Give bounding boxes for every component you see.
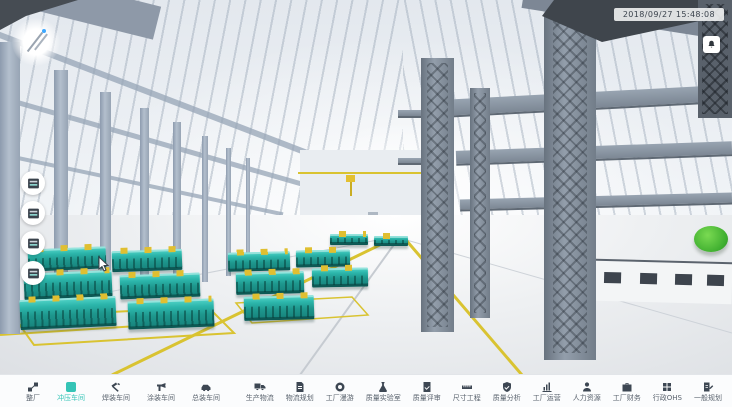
camera-lens-icon bbox=[334, 381, 346, 393]
press-line-button-4[interactable] bbox=[21, 261, 45, 285]
painting-icon bbox=[155, 381, 167, 393]
app-window: 2018/09/27 15:48:08 整厂 冲压车间 焊装车间 bbox=[0, 0, 732, 407]
steel-column bbox=[544, 14, 596, 360]
ruler-icon bbox=[461, 381, 473, 393]
crane-trolley bbox=[346, 175, 355, 182]
button-human-resources[interactable]: 人力资源 bbox=[573, 381, 601, 402]
tab-label: 总装车间 bbox=[192, 395, 220, 402]
button-label: 行政OHS bbox=[653, 395, 682, 402]
timestamp: 2018/09/27 15:48:08 bbox=[614, 8, 724, 21]
tab-label: 冲压车间 bbox=[57, 395, 85, 402]
steel-column bbox=[470, 88, 490, 318]
button-dimensional-engineering[interactable]: 尺寸工程 bbox=[453, 381, 481, 402]
button-label: 工厂漫游 bbox=[326, 395, 354, 402]
button-general-planning[interactable]: 一般规划 bbox=[694, 381, 722, 402]
bar-chart-icon bbox=[541, 381, 553, 393]
button-factory-finance[interactable]: 工厂财务 bbox=[613, 381, 641, 402]
navigation-compass[interactable] bbox=[12, 18, 60, 66]
button-quality-review[interactable]: 质量评审 bbox=[413, 381, 441, 402]
button-label: 尺寸工程 bbox=[453, 395, 481, 402]
press-die bbox=[112, 249, 183, 272]
office-window bbox=[604, 272, 621, 283]
steel-column bbox=[0, 42, 20, 334]
press-machine-icon bbox=[27, 237, 40, 250]
tab-label: 焊装车间 bbox=[102, 395, 130, 402]
button-label: 质量评审 bbox=[413, 395, 441, 402]
button-quality-analysis[interactable]: 质量分析 bbox=[493, 381, 521, 402]
review-doc-icon bbox=[421, 381, 433, 393]
office-window bbox=[707, 275, 724, 286]
person-icon bbox=[581, 381, 593, 393]
press-die bbox=[374, 236, 408, 246]
notification-button[interactable] bbox=[703, 36, 720, 53]
truck-icon bbox=[254, 381, 266, 393]
tab-assembly-workshop[interactable]: 总装车间 bbox=[192, 381, 220, 402]
tab-label: 涂装车间 bbox=[147, 395, 175, 402]
press-die bbox=[312, 268, 368, 288]
assembly-icon bbox=[200, 381, 212, 393]
3d-viewport[interactable] bbox=[0, 0, 732, 375]
press-machine-icon bbox=[27, 267, 40, 280]
briefcase-icon bbox=[621, 381, 633, 393]
button-logistics-planning[interactable]: 物流规划 bbox=[286, 381, 314, 402]
shield-check-icon bbox=[501, 381, 513, 393]
tab-painting-workshop[interactable]: 涂装车间 bbox=[147, 381, 175, 402]
press-machine-icon bbox=[27, 177, 40, 190]
logistics-plan-icon bbox=[294, 381, 306, 393]
button-label: 生产物流 bbox=[246, 395, 274, 402]
mouse-cursor bbox=[98, 256, 110, 272]
button-label: 物流规划 bbox=[286, 395, 314, 402]
button-production-logistics[interactable]: 生产物流 bbox=[246, 381, 274, 402]
button-label: 人力资源 bbox=[573, 395, 601, 402]
steel-column bbox=[202, 136, 208, 282]
bottom-toolbar: 整厂 冲压车间 焊装车间 涂装车间 总装车间 生产物流 bbox=[0, 374, 732, 407]
button-label: 一般规划 bbox=[694, 395, 722, 402]
tab-stamping-workshop[interactable]: 冲压车间 bbox=[57, 381, 85, 402]
factory-overview-icon bbox=[27, 381, 39, 393]
office-window bbox=[675, 274, 692, 285]
press-die bbox=[244, 295, 315, 321]
workshop-tabs: 整厂 冲压车间 焊装车间 涂装车间 总装车间 bbox=[26, 381, 220, 402]
button-label: 工厂运营 bbox=[533, 395, 561, 402]
bell-icon bbox=[707, 40, 716, 49]
button-factory-operations[interactable]: 工厂运营 bbox=[533, 381, 561, 402]
press-die bbox=[128, 299, 215, 330]
press-line-button-1[interactable] bbox=[21, 171, 45, 195]
doc-edit-icon bbox=[702, 381, 714, 393]
crane-hoist bbox=[350, 182, 352, 196]
compass-north-dot bbox=[42, 29, 46, 33]
button-quality-lab[interactable]: 质量实验室 bbox=[366, 381, 401, 402]
grid-icon bbox=[661, 381, 673, 393]
flask-icon bbox=[377, 381, 389, 393]
status-machine-green bbox=[694, 226, 728, 252]
press-die bbox=[19, 296, 116, 330]
button-label: 工厂财务 bbox=[613, 395, 641, 402]
press-machine-icon bbox=[27, 207, 40, 220]
button-factory-tour[interactable]: 工厂漫游 bbox=[326, 381, 354, 402]
steel-beam bbox=[398, 158, 422, 165]
tab-welding-workshop[interactable]: 焊装车间 bbox=[102, 381, 130, 402]
tab-whole-factory[interactable]: 整厂 bbox=[26, 381, 40, 402]
press-die bbox=[236, 271, 305, 295]
press-die bbox=[330, 234, 368, 245]
press-line-button-2[interactable] bbox=[21, 201, 45, 225]
button-admin-ohs[interactable]: 行政OHS bbox=[653, 381, 682, 402]
module-buttons: 生产物流 物流规划 工厂漫游 质量实验室 质量评审 尺寸工程 bbox=[246, 381, 722, 402]
steel-beam bbox=[398, 110, 422, 118]
steel-column bbox=[421, 58, 454, 332]
press-line-button-3[interactable] bbox=[21, 231, 45, 255]
tab-label: 整厂 bbox=[26, 395, 40, 402]
stamping-icon bbox=[66, 382, 76, 392]
button-label: 质量实验室 bbox=[366, 395, 401, 402]
office-window bbox=[640, 273, 657, 284]
button-label: 质量分析 bbox=[493, 395, 521, 402]
welding-icon bbox=[110, 381, 122, 393]
crane-rail bbox=[298, 172, 432, 174]
